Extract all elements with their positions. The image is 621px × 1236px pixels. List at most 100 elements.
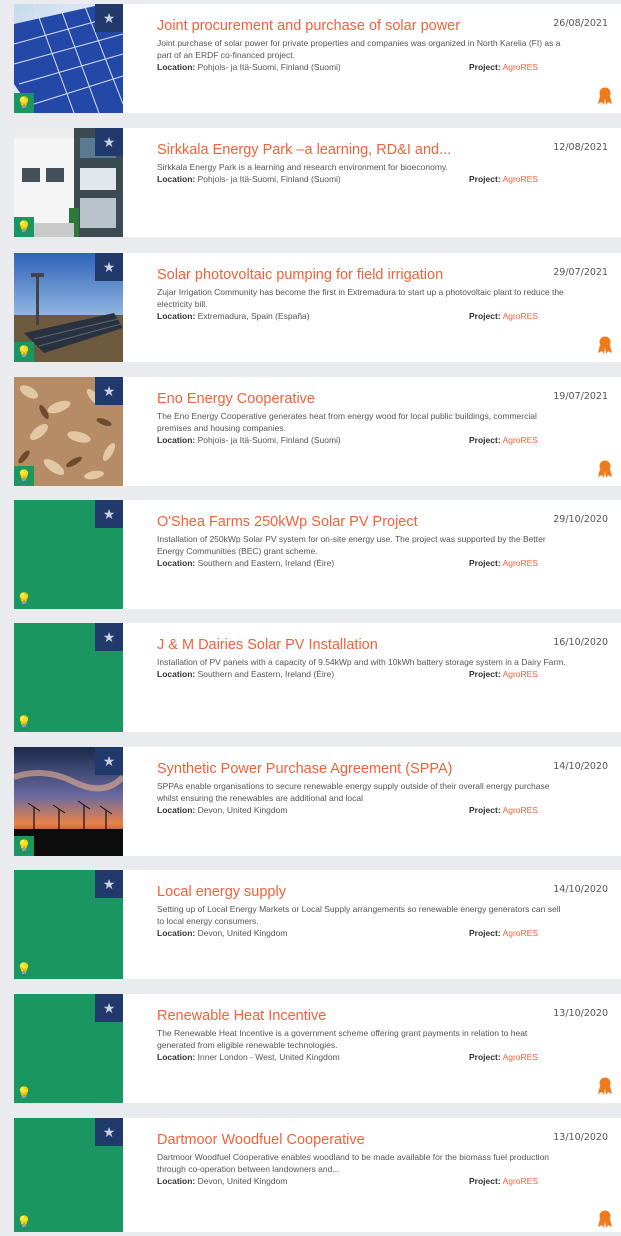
item-title[interactable]: Solar photovoltaic pumping for field irr… <box>157 266 532 284</box>
list-item[interactable]: ★ 💡 Renewable Heat Incentive 13/10/2020 … <box>14 994 621 1103</box>
list-item[interactable]: ★ 💡 J & M Dairies Solar PV Installation … <box>14 623 621 732</box>
list-item[interactable]: ★ 💡 Dartmoor Woodfuel Cooperative 13/10/… <box>14 1118 621 1232</box>
item-title[interactable]: Eno Energy Cooperative <box>157 390 532 408</box>
item-date: 16/10/2020 <box>553 637 608 648</box>
award-icon <box>598 336 612 354</box>
item-description: SPPAs enable organisations to secure ren… <box>157 781 550 803</box>
project-label: Project: <box>469 435 501 445</box>
project-link[interactable]: AgroRES <box>503 62 538 72</box>
item-title[interactable]: Sirkkala Energy Park –a learning, RD&I a… <box>157 141 532 159</box>
item-date: 29/07/2021 <box>553 267 608 278</box>
favorite-star-icon[interactable]: ★ <box>95 1118 123 1146</box>
project-label: Project: <box>469 928 501 938</box>
location-label: Location: <box>157 62 196 72</box>
item-title[interactable]: Renewable Heat Incentive <box>157 1007 532 1025</box>
project-link[interactable]: AgroRES <box>503 928 538 938</box>
bulb-icon: 💡 <box>14 959 34 979</box>
project-link[interactable]: AgroRES <box>503 174 538 184</box>
favorite-star-icon[interactable]: ★ <box>95 994 123 1022</box>
item-title[interactable]: Joint procurement and purchase of solar … <box>157 17 532 35</box>
list-item[interactable]: ★ 💡 Eno Energy Cooperative 19/07/2021 Th… <box>14 377 621 486</box>
item-title[interactable]: O'Shea Farms 250kWp Solar PV Project <box>157 513 532 531</box>
list-item[interactable]: ★ 💡 Local energy supply 14/10/2020 Setti… <box>14 870 621 979</box>
item-description: Setting up of Local Energy Markets or Lo… <box>157 904 561 926</box>
item-title[interactable]: Synthetic Power Purchase Agreement (SPPA… <box>157 760 532 778</box>
item-date: 13/10/2020 <box>553 1132 608 1143</box>
project-label: Project: <box>469 1176 501 1186</box>
item-location: Southern and Eastern, Ireland (Éire) <box>197 558 335 568</box>
project-link[interactable]: AgroRES <box>503 669 538 679</box>
location-label: Location: <box>157 805 196 815</box>
project-link[interactable]: AgroRES <box>503 1176 538 1186</box>
item-location: Devon, United Kingdom <box>197 928 288 938</box>
location-label: Location: <box>157 311 196 321</box>
bulb-icon: 💡 <box>14 93 34 113</box>
bulb-icon: 💡 <box>14 342 34 362</box>
favorite-star-icon[interactable]: ★ <box>95 747 123 775</box>
favorite-star-icon[interactable]: ★ <box>95 253 123 281</box>
favorite-star-icon[interactable]: ★ <box>95 128 123 156</box>
location-label: Location: <box>157 928 196 938</box>
location-label: Location: <box>157 174 196 184</box>
solar-panel-image[interactable]: ★ 💡 <box>14 4 123 113</box>
location-label: Location: <box>157 558 196 568</box>
location-label: Location: <box>157 1176 196 1186</box>
item-date: 29/10/2020 <box>553 514 608 525</box>
item-title[interactable]: Local energy supply <box>157 883 532 901</box>
bulb-icon: 💡 <box>14 217 34 237</box>
item-description: Dartmoor Woodfuel Cooperative enables wo… <box>157 1152 550 1174</box>
item-title[interactable]: J & M Dairies Solar PV Installation <box>157 636 532 654</box>
bulb-icon: 💡 <box>14 1212 34 1232</box>
item-date: 26/08/2021 <box>553 18 608 29</box>
list-item[interactable]: ★ 💡 Solar photovoltaic pumping for field… <box>14 253 621 362</box>
project-link[interactable]: AgroRES <box>503 805 538 815</box>
project-label: Project: <box>469 174 501 184</box>
project-label: Project: <box>469 311 501 321</box>
item-location: Pohjois- ja Itä-Suomi, Finland (Suomi) <box>197 435 341 445</box>
project-label: Project: <box>469 62 501 72</box>
favorite-star-icon[interactable]: ★ <box>95 500 123 528</box>
project-link[interactable]: AgroRES <box>503 558 538 568</box>
project-link[interactable]: AgroRES <box>503 311 538 321</box>
favorite-star-icon[interactable]: ★ <box>95 377 123 405</box>
list-item[interactable]: ★ 💡 O'Shea Farms 250kWp Solar PV Project… <box>14 500 621 609</box>
project-link[interactable]: AgroRES <box>503 435 538 445</box>
award-icon <box>598 87 612 105</box>
item-description: Joint purchase of solar power for privat… <box>157 38 561 60</box>
placeholder-image[interactable]: ★ 💡 <box>14 500 123 609</box>
location-label: Location: <box>157 1052 196 1062</box>
location-label: Location: <box>157 669 196 679</box>
list-item[interactable]: ★ 💡 Joint procurement and purchase of so… <box>14 4 621 113</box>
item-location: Southern and Eastern, Ireland (Éire) <box>197 669 335 679</box>
bulb-icon: 💡 <box>14 589 34 609</box>
item-description: Installation of PV panels with a capacit… <box>157 657 566 667</box>
project-label: Project: <box>469 1052 501 1062</box>
placeholder-image[interactable]: ★ 💡 <box>14 623 123 732</box>
award-icon <box>598 460 612 478</box>
placeholder-image[interactable]: ★ 💡 <box>14 994 123 1103</box>
item-title[interactable]: Dartmoor Woodfuel Cooperative <box>157 1131 532 1149</box>
favorite-star-icon[interactable]: ★ <box>95 4 123 32</box>
bulb-icon: 💡 <box>14 1083 34 1103</box>
item-location: Pohjois- ja Itä-Suomi, Finland (Suomi) <box>197 174 341 184</box>
item-date: 14/10/2020 <box>553 884 608 895</box>
project-label: Project: <box>469 805 501 815</box>
favorite-star-icon[interactable]: ★ <box>95 623 123 651</box>
item-date: 13/10/2020 <box>553 1008 608 1019</box>
bulb-icon: 💡 <box>14 836 34 856</box>
project-label: Project: <box>469 669 501 679</box>
item-description: The Renewable Heat Incentive is a govern… <box>157 1028 528 1050</box>
pv-field-image[interactable]: ★ 💡 <box>14 253 123 362</box>
placeholder-image[interactable]: ★ 💡 <box>14 1118 123 1232</box>
bulb-icon: 💡 <box>14 712 34 732</box>
project-label: Project: <box>469 558 501 568</box>
list-item[interactable]: ★ 💡 Sirkkala Energy Park –a learning, RD… <box>14 128 621 237</box>
project-link[interactable]: AgroRES <box>503 1052 538 1062</box>
list-item[interactable]: ★ 💡 Synthetic Power Purchase Agreement (… <box>14 747 621 856</box>
favorite-star-icon[interactable]: ★ <box>95 870 123 898</box>
wind-sunset-image[interactable]: ★ 💡 <box>14 747 123 856</box>
building-image[interactable]: ★ 💡 <box>14 128 123 237</box>
item-location: Pohjois- ja Itä-Suomi, Finland (Suomi) <box>197 62 341 72</box>
wood-chips-image[interactable]: ★ 💡 <box>14 377 123 486</box>
placeholder-image[interactable]: ★ 💡 <box>14 870 123 979</box>
